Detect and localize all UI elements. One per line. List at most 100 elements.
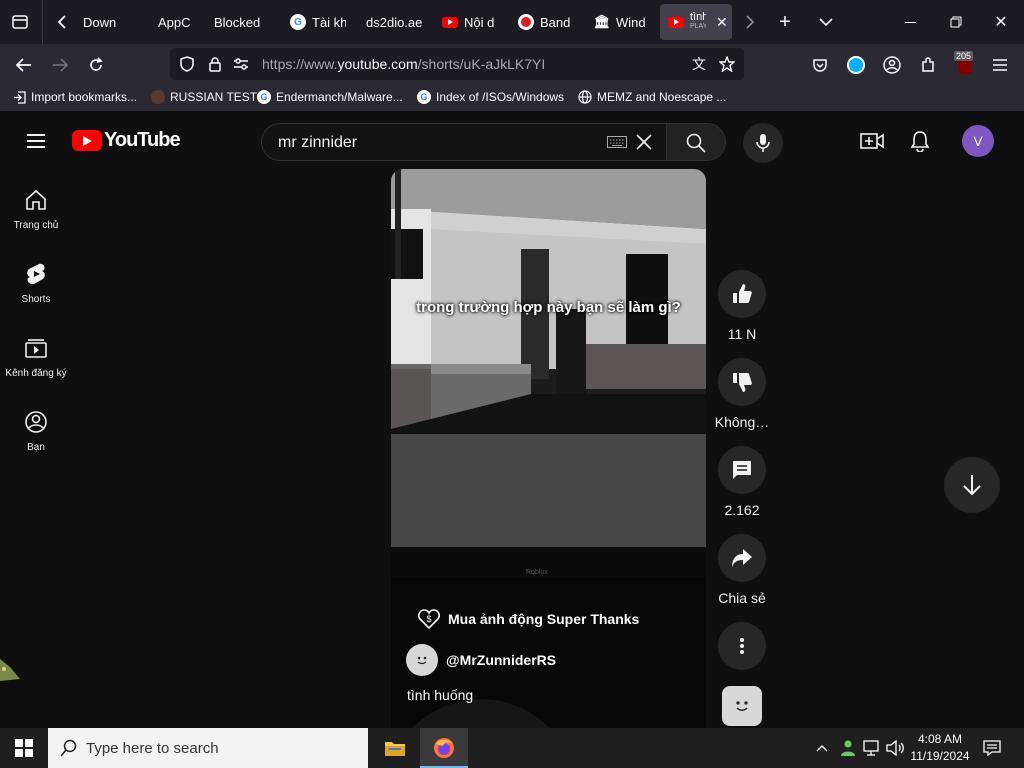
search-icon [685, 132, 707, 154]
people-icon[interactable] [838, 738, 858, 758]
star-icon[interactable] [718, 55, 736, 73]
hamburger-menu-icon[interactable] [24, 131, 48, 151]
tab-blocked[interactable]: Blocked [214, 4, 274, 40]
subscriptions-icon [24, 336, 48, 360]
create-video-icon[interactable] [860, 130, 884, 152]
tab-list-icon[interactable] [8, 10, 32, 34]
search-input[interactable]: mr zinnider [261, 123, 668, 161]
sidebar-item-label: Shorts [21, 294, 51, 305]
lock-icon[interactable] [206, 55, 224, 73]
bookmark-import[interactable]: Import bookmarks... [12, 90, 137, 104]
google-icon: G [417, 90, 431, 104]
comment-count: 2.162 [724, 502, 760, 518]
youtube-logo[interactable]: YouTube [72, 129, 181, 152]
sidebar-item-label: Kênh đăng ký [5, 368, 67, 379]
windows-start-icon[interactable] [14, 738, 34, 758]
next-short-button[interactable] [944, 457, 1000, 513]
comments-button[interactable]: 2.162 [718, 446, 766, 518]
channel-link[interactable]: @MrZunniderRS [406, 644, 556, 676]
taskbar-search-input[interactable]: Type here to search [48, 728, 368, 768]
close-window-icon[interactable]: ✕ [991, 12, 1011, 32]
network-icon[interactable] [862, 738, 882, 758]
url-text[interactable]: https://www.youtube.com/shorts/uK-aJkLK7… [262, 56, 545, 72]
bookmark-index-isos[interactable]: G Index of /ISOs/Windows [417, 90, 564, 104]
pocket-icon[interactable] [810, 55, 830, 75]
dislike-button[interactable]: Không… [714, 358, 770, 430]
tab-tai-khoan[interactable]: G Tài kh [290, 4, 346, 40]
shield-icon[interactable] [178, 55, 196, 73]
tab-scroll-left-icon[interactable] [52, 10, 72, 34]
vpn-icon[interactable] [846, 55, 866, 75]
notifications-bell-icon[interactable] [908, 130, 932, 152]
youtube-header: YouTube mr zinnider V [0, 112, 1024, 170]
search-button[interactable] [666, 123, 726, 161]
tab-down[interactable]: Down [83, 4, 123, 40]
extensions-icon[interactable] [918, 55, 938, 75]
translate-icon[interactable]: 文 [690, 55, 708, 73]
address-bar[interactable]: https://www.youtube.com/shorts/uK-aJkLK7… [170, 48, 744, 80]
chevron-down-icon[interactable] [816, 12, 836, 32]
share-button[interactable]: Chia sẻ [718, 534, 766, 606]
avatar[interactable]: V [962, 125, 994, 157]
tab-scroll-right-icon[interactable] [742, 12, 758, 32]
restore-icon[interactable] [946, 12, 966, 32]
like-count: 11 N [727, 326, 757, 342]
google-icon: G [257, 90, 271, 104]
channel-avatar[interactable] [406, 644, 438, 676]
file-explorer-icon[interactable] [382, 736, 408, 760]
clock-date: 11/19/2024 [910, 749, 970, 763]
import-icon [12, 90, 26, 104]
more-options-button[interactable] [718, 622, 766, 670]
blocked-count-badge: 205 [954, 51, 974, 61]
thumbs-down-icon [733, 373, 752, 392]
tab-band[interactable]: Band [518, 4, 570, 40]
channel-name[interactable]: @MrZunniderRS [446, 652, 556, 668]
tab-ds2dio[interactable]: ds2dio.ae [366, 4, 432, 40]
menu-icon[interactable] [990, 55, 1010, 75]
thumbs-up-icon [733, 284, 752, 303]
comment-icon [733, 461, 751, 479]
volume-icon[interactable] [885, 738, 905, 758]
bookmark-russian-test[interactable]: RUSSIAN TEST [151, 90, 257, 104]
dislike-label: Không… [714, 414, 770, 430]
sound-remix-thumbnail[interactable] [722, 686, 762, 726]
bookmark-memz[interactable]: MEMZ and Noescape ... [578, 90, 726, 104]
super-thanks-button[interactable]: $ Mua ảnh động Super Thanks [418, 609, 639, 629]
tab-appc[interactable]: AppC [158, 4, 192, 40]
reload-icon[interactable] [86, 55, 106, 75]
tab-wind[interactable]: 🏛 Wind [594, 4, 646, 40]
bookmarks-toolbar: Import bookmarks... RUSSIAN TEST G Ender… [0, 86, 1024, 112]
heart-dollar-icon: $ [418, 609, 440, 629]
ublock-icon[interactable]: 205 [952, 50, 978, 78]
close-tab-icon[interactable]: ✕ [716, 14, 728, 31]
windows-taskbar: Type here to search 4:08 AM 11/19/2024 [0, 728, 1024, 768]
permissions-icon[interactable] [232, 55, 250, 73]
keyboard-icon[interactable] [606, 134, 628, 150]
video-watermark: Roblox [526, 569, 548, 576]
tab-active-youtube[interactable]: tình PLAY ✕ [660, 4, 732, 40]
back-icon[interactable] [14, 55, 34, 75]
new-tab-icon[interactable]: + [775, 11, 795, 33]
browser-tab-strip: Down AppC Blocked G Tài kh ds2dio.ae Nội … [0, 0, 1024, 44]
navigation-bar: https://www.youtube.com/shorts/uK-aJkLK7… [0, 44, 1024, 86]
bookmark-endermanch[interactable]: G Endermanch/Malware... [257, 90, 403, 104]
sidebar-item-home[interactable]: Trang chủ [0, 188, 72, 231]
sidebar-item-shorts[interactable]: Shorts [0, 262, 72, 305]
chevron-up-icon[interactable] [814, 740, 830, 756]
clear-search-icon[interactable] [634, 132, 654, 152]
short-title[interactable]: tình huống [407, 687, 473, 703]
shorts-icon [25, 262, 47, 286]
sidebar-item-you[interactable]: Bạn [0, 410, 72, 453]
minimize-icon[interactable] [900, 12, 920, 32]
like-button[interactable]: 11 N [718, 270, 766, 342]
globe-icon [578, 90, 592, 104]
notifications-icon[interactable] [982, 738, 1002, 758]
taskbar-firefox[interactable] [420, 728, 468, 768]
tab-noi-dung[interactable]: Nội d [442, 4, 498, 40]
account-icon[interactable] [882, 55, 902, 75]
search-query-text[interactable]: mr zinnider [278, 134, 357, 152]
voice-search-button[interactable] [743, 123, 783, 163]
taskbar-clock[interactable]: 4:08 AM 11/19/2024 [908, 731, 972, 765]
forward-icon[interactable] [50, 55, 70, 75]
sidebar-item-subscriptions[interactable]: Kênh đăng ký [0, 336, 72, 379]
